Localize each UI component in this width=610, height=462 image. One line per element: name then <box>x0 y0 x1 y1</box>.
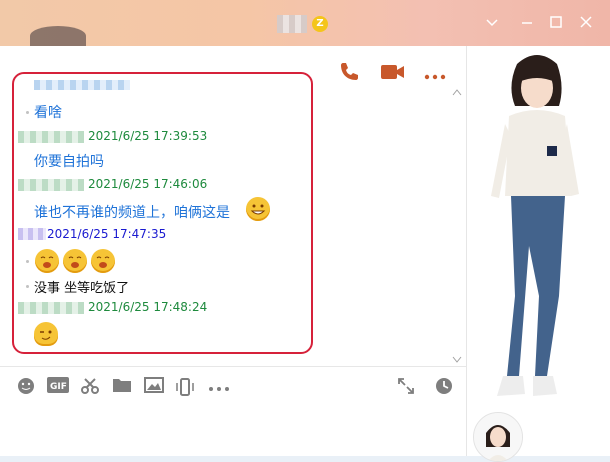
contact-name-blurred <box>277 15 307 33</box>
phone-icon[interactable] <box>337 60 361 88</box>
folder-icon[interactable] <box>112 377 132 397</box>
sender-name-blurred <box>18 228 46 240</box>
message-text: 谁也不再谁的频道上，咱俩这是 <box>34 205 230 221</box>
message-dot <box>26 260 29 263</box>
yawn-emoji-icon <box>35 249 59 273</box>
image-icon[interactable] <box>144 377 164 397</box>
message-input[interactable] <box>0 409 466 456</box>
close-icon[interactable] <box>575 14 597 36</box>
message-timestamp: 2021/6/25 17:48:24 <box>88 300 208 314</box>
title-background-tree <box>30 26 86 46</box>
yawn-emoji-icon <box>91 249 115 273</box>
sender-name-blurred <box>18 179 84 191</box>
message-text: 看啥 <box>34 105 62 121</box>
message-dot <box>26 285 29 288</box>
vip-badge-icon: Z <box>312 16 328 32</box>
avatar-show-panel <box>466 46 610 456</box>
avatar[interactable] <box>473 412 523 462</box>
truncated-message-blurred <box>34 80 130 90</box>
chat-window: Z 看啥 2021/6/25 17:39:53 你要自拍吗 2021/6/25 … <box>0 0 610 462</box>
yawn-emoji-icon <box>63 249 87 273</box>
grin-emoji-icon <box>246 197 270 221</box>
chevron-down-icon[interactable] <box>481 14 503 36</box>
more-icon[interactable] <box>207 377 231 397</box>
video-call-icon[interactable] <box>380 62 406 86</box>
svg-text:GIF: GIF <box>50 382 67 392</box>
more-icon[interactable] <box>424 66 446 85</box>
history-clock-icon[interactable] <box>434 377 454 397</box>
emoji-icon[interactable] <box>16 377 36 397</box>
sender-name-blurred <box>18 131 84 143</box>
message-text: 没事 坐等吃饭了 <box>34 281 130 296</box>
minimize-icon[interactable] <box>516 14 538 36</box>
shake-window-icon[interactable] <box>175 377 195 397</box>
message-dot <box>26 111 29 114</box>
title-bar: Z <box>0 0 610 46</box>
message-text: 你要自拍吗 <box>34 154 104 170</box>
gif-icon[interactable]: GIF <box>46 377 70 397</box>
message-timestamp: 2021/6/25 17:46:06 <box>88 177 208 191</box>
full-body-avatar <box>491 55 579 396</box>
input-toolbar: GIF <box>0 367 466 409</box>
sender-name-blurred <box>18 302 84 314</box>
scroll-up-icon[interactable] <box>452 88 462 99</box>
screenshot-scissors-icon[interactable] <box>80 377 100 397</box>
maximize-icon[interactable] <box>545 14 567 36</box>
message-timestamp: 2021/6/25 17:47:35 <box>47 227 167 241</box>
message-timestamp: 2021/6/25 17:39:53 <box>88 129 208 143</box>
expand-icon[interactable] <box>396 377 416 397</box>
wink-emoji-icon <box>34 322 58 346</box>
